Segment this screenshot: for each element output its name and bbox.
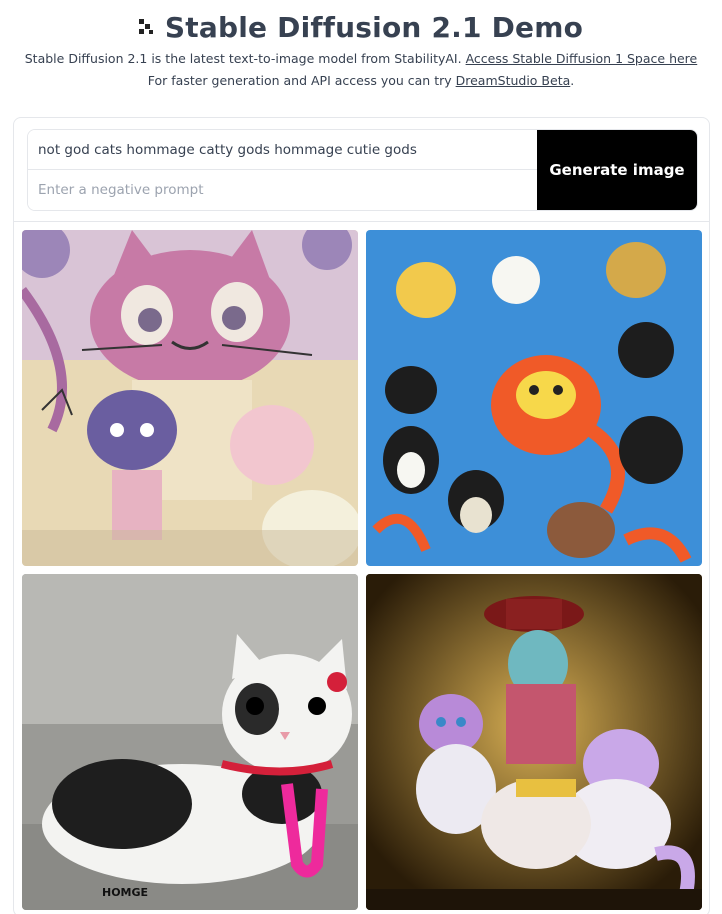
subtitle-line-1: Stable Diffusion 2.1 is the latest text-… — [0, 48, 722, 70]
page-header: Stable Diffusion 2.1 Demo Stable Diffusi… — [0, 0, 722, 92]
image-kitten-photo: HOMGE — [22, 574, 358, 910]
pixel-logo-icon — [138, 19, 155, 35]
generate-image-button[interactable]: Generate image — [537, 130, 697, 210]
page-title: Stable Diffusion 2.1 Demo — [164, 10, 584, 44]
prompt-inputs — [28, 130, 537, 210]
gallery-image-4[interactable] — [366, 574, 702, 910]
image-cartoon-pink-cat — [22, 230, 358, 566]
dreamstudio-link[interactable]: DreamStudio Beta — [456, 73, 571, 88]
gallery-image-2[interactable] — [366, 230, 702, 566]
image-cats-pattern — [366, 230, 702, 566]
prompt-box: Generate image — [27, 129, 698, 211]
subtitle-period: . — [570, 73, 575, 88]
negative-prompt-input[interactable] — [28, 170, 537, 210]
image-fantasy-cats — [366, 574, 702, 910]
gallery-image-1[interactable] — [22, 230, 358, 566]
gallery-image-3[interactable]: HOMGE — [22, 574, 358, 910]
image-caption-text: HOMGE — [102, 886, 148, 899]
subtitle-line-2: For faster generation and API access you… — [0, 70, 722, 92]
subtitle-text-1: Stable Diffusion 2.1 is the latest text-… — [24, 51, 462, 66]
title-row: Stable Diffusion 2.1 Demo — [0, 10, 722, 44]
divider — [14, 221, 709, 222]
subtitle-text-2: For faster generation and API access you… — [147, 73, 452, 88]
main-panel: Generate image — [13, 117, 710, 914]
sd1-space-link[interactable]: Access Stable Diffusion 1 Space here — [466, 51, 698, 66]
prompt-input[interactable] — [28, 130, 537, 171]
